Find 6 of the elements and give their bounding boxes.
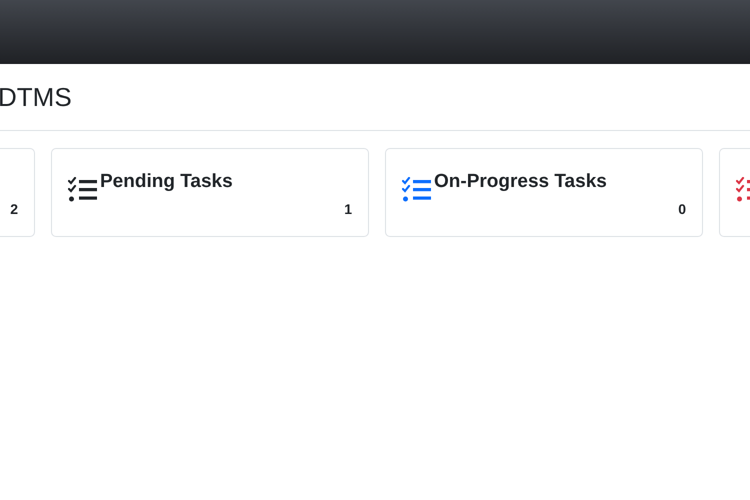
task-count: 1 (344, 200, 352, 219)
task-count: 0 (678, 200, 686, 219)
task-count: 2 (10, 200, 18, 219)
card-title: Pending Tasks (100, 171, 233, 193)
card-title: On-Progress Tasks (434, 171, 607, 193)
page-title: DTMS (0, 84, 72, 110)
